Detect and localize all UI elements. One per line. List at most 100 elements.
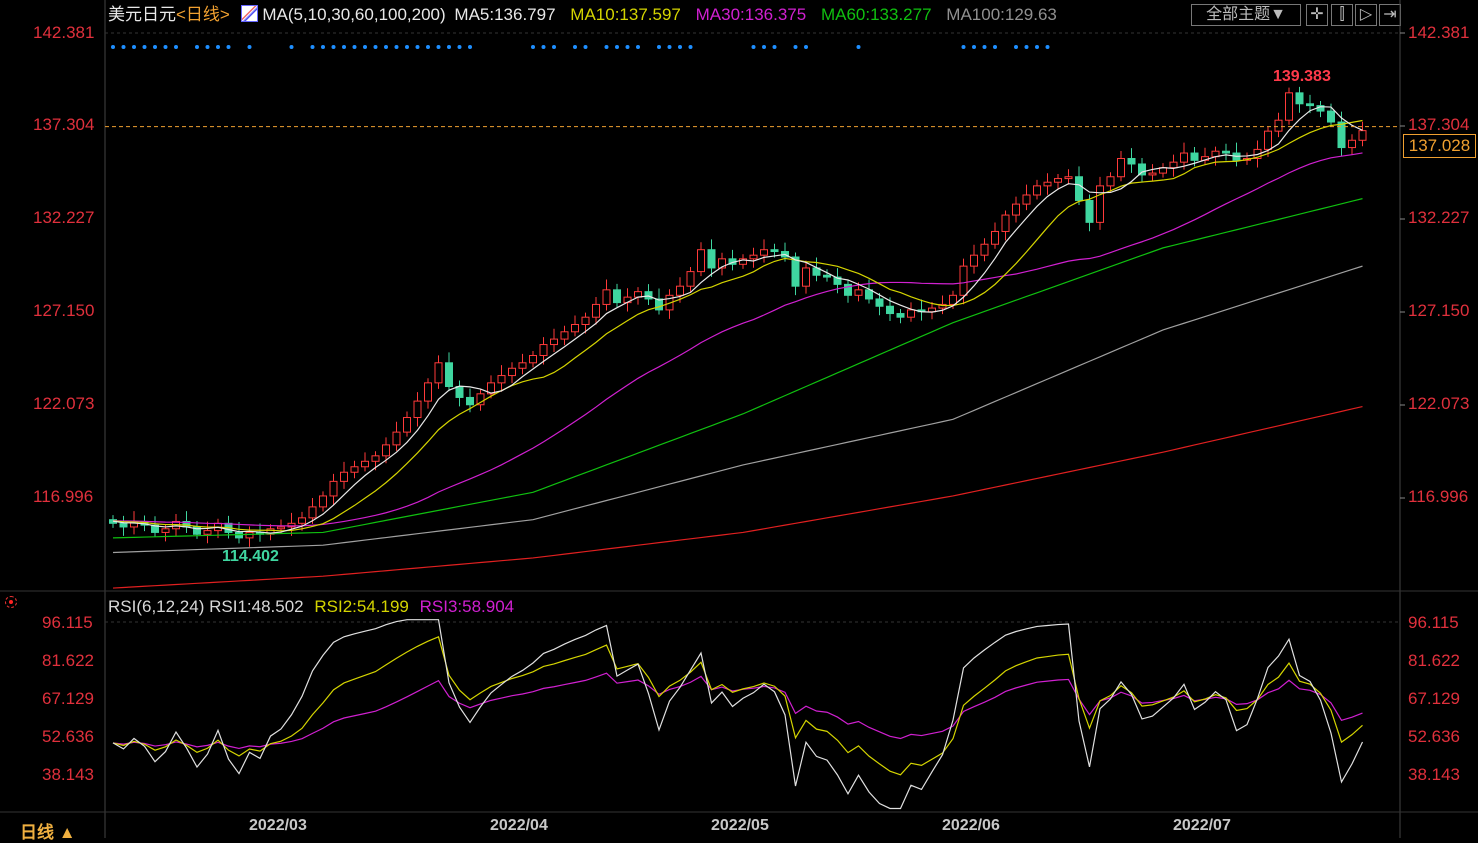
candle-up	[539, 344, 548, 357]
signal-dot	[982, 45, 987, 49]
signal-dot	[1045, 45, 1050, 49]
candle-down	[770, 249, 779, 253]
signal-dot	[1035, 45, 1039, 49]
candle-up	[1358, 130, 1367, 141]
high-annotation: 139.383	[1273, 68, 1331, 85]
signal-dot	[331, 45, 336, 49]
candle-up	[340, 471, 348, 482]
price-tick-left: 137.304	[33, 115, 95, 134]
signal-dot	[678, 45, 682, 49]
candle-up	[1180, 152, 1188, 163]
candle-up	[424, 382, 432, 402]
candle-up	[749, 254, 758, 260]
signal-dot	[205, 45, 210, 49]
signal-dot	[993, 45, 997, 49]
signal-dot	[363, 45, 367, 49]
signal-dot	[310, 45, 315, 49]
candle-up	[571, 323, 579, 333]
candle-up	[1348, 139, 1356, 149]
signal-dot	[615, 45, 619, 49]
candle-down	[896, 313, 905, 318]
signal-dot	[804, 45, 808, 49]
rsi-tick-left: 52.636	[42, 727, 94, 746]
candle-up	[1001, 214, 1010, 232]
signal-dot	[426, 45, 430, 49]
signal-dot	[457, 45, 462, 49]
ma30-line	[112, 152, 1363, 527]
rsi-settings-icon[interactable]	[5, 596, 17, 608]
signal-dot	[972, 45, 976, 49]
candle-up	[802, 267, 810, 287]
signal-dot	[541, 45, 546, 49]
candle-up	[1106, 176, 1115, 187]
ma200-line	[112, 405, 1363, 589]
candle-up	[497, 375, 506, 384]
price-tick-right: 137.304	[1408, 115, 1470, 134]
candle-up	[959, 265, 968, 296]
date-tick: 2022/03	[249, 817, 307, 834]
candle-up	[1285, 92, 1293, 121]
candle-up	[1033, 185, 1041, 196]
signal-dot	[352, 45, 357, 49]
candle-up	[1169, 161, 1178, 169]
signal-dot	[751, 45, 756, 49]
low-annotation: 114.402	[222, 548, 279, 565]
price-tick-left: 122.073	[33, 394, 95, 413]
signal-dot	[1024, 45, 1029, 49]
signal-dot	[961, 45, 966, 49]
signal-dot	[1014, 45, 1018, 49]
candle-up	[529, 355, 537, 364]
signal-dot	[121, 45, 126, 49]
signal-dot	[384, 45, 388, 49]
candle-down	[1337, 121, 1346, 149]
candle-up	[676, 285, 684, 296]
candle-up	[308, 506, 317, 519]
signal-dot	[289, 45, 294, 49]
candle-down	[865, 289, 873, 300]
candle-down	[875, 298, 884, 307]
candle-up	[949, 294, 957, 305]
candle-down	[1075, 176, 1083, 201]
candle-up	[1264, 130, 1272, 150]
rsi2-line	[112, 635, 1363, 776]
candle-up	[413, 400, 422, 419]
candle-up	[161, 528, 170, 533]
candlestick-chart[interactable]	[0, 0, 1478, 838]
candle-down	[1190, 152, 1199, 161]
price-tick-left: 142.381	[33, 23, 95, 42]
candle-up	[1274, 119, 1283, 132]
candle-up	[508, 367, 516, 377]
signal-dot	[793, 45, 798, 49]
signal-dot	[405, 45, 409, 49]
signal-dot	[531, 45, 535, 49]
candle-up	[245, 531, 254, 539]
candle-up	[1043, 181, 1052, 187]
candle-up	[970, 254, 978, 267]
candle-up	[991, 230, 999, 245]
candle-up	[602, 289, 611, 305]
signal-dot	[321, 45, 325, 49]
period-switch-button[interactable]: 日线 ▲	[20, 818, 76, 843]
signal-dot	[583, 45, 588, 49]
candle-down	[1085, 199, 1094, 223]
signal-dot	[373, 45, 378, 49]
rsi-tick-left: 81.622	[42, 651, 94, 670]
candle-up	[203, 530, 212, 535]
rsi-tick-right: 67.129	[1408, 689, 1460, 708]
candle-up	[1096, 185, 1104, 223]
candle-down	[1127, 158, 1136, 165]
date-tick: 2022/07	[1173, 817, 1231, 834]
signal-dot	[625, 45, 630, 49]
candle-up	[1054, 178, 1062, 183]
candle-up	[434, 362, 443, 384]
signal-dot	[762, 45, 766, 49]
signal-dot	[216, 45, 220, 49]
ma100-line	[112, 265, 1363, 554]
candle-up	[686, 271, 695, 287]
candle-up	[476, 393, 485, 406]
signal-dot	[447, 45, 451, 49]
rsi-tick-right: 81.622	[1408, 651, 1460, 670]
candle-down	[1327, 110, 1335, 123]
rsi-tick-right: 38.143	[1408, 765, 1460, 784]
price-tick-right: 127.150	[1408, 301, 1470, 320]
